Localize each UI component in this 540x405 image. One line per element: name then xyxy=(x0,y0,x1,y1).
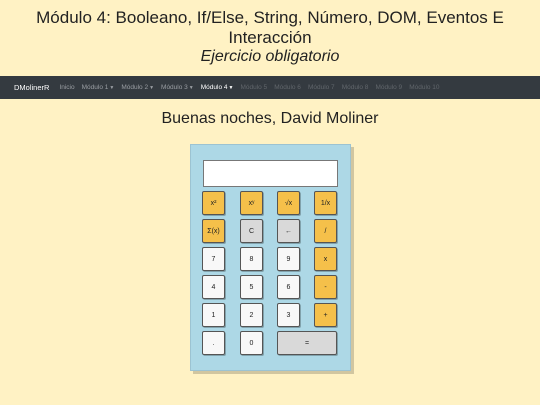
nav-link-modulo-8: Módulo 8 xyxy=(341,84,369,91)
nav-link-label: Módulo 1 xyxy=(81,84,109,91)
caret-down-icon: ▼ xyxy=(188,85,194,91)
factorial-button[interactable]: Σ(x) xyxy=(202,219,225,243)
nav-link-modulo-6: Módulo 6 xyxy=(274,84,301,91)
minus-button[interactable]: - xyxy=(314,275,337,299)
nav-link-inicio[interactable]: Inicio xyxy=(59,84,74,91)
digit-1-button[interactable]: 1 xyxy=(202,303,225,327)
nav-link-modulo-3[interactable]: Módulo 3▼ xyxy=(161,84,194,91)
clear-button[interactable]: C xyxy=(240,219,263,243)
page-header: Módulo 4: Booleano, If/Else, String, Núm… xyxy=(0,0,540,66)
nav-link-modulo-2[interactable]: Módulo 2▼ xyxy=(121,84,154,91)
nav-link-label: Módulo 3 xyxy=(161,84,188,91)
digit-3-button[interactable]: 3 xyxy=(277,303,300,327)
decimal-point-button[interactable]: . xyxy=(202,331,225,355)
digit-2-button[interactable]: 2 xyxy=(240,303,263,327)
nav-link-modulo-4[interactable]: Módulo 4▼ xyxy=(201,84,234,91)
digit-8-button[interactable]: 8 xyxy=(240,247,263,271)
equals-button[interactable]: = xyxy=(277,331,337,355)
backspace-button[interactable]: ← xyxy=(277,219,300,243)
page-title: Módulo 4: Booleano, If/Else, String, Núm… xyxy=(36,8,504,47)
digit-7-button[interactable]: 7 xyxy=(202,247,225,271)
inverse-button[interactable]: 1/x xyxy=(314,191,337,215)
nav-link-modulo-7: Módulo 7 xyxy=(307,84,335,91)
caret-down-icon: ▼ xyxy=(109,85,115,91)
nav-link-label: Módulo 2 xyxy=(121,84,149,91)
navbar: DMolinerR Inicio Módulo 1▼ Módulo 2▼ Mód… xyxy=(0,76,540,99)
caret-down-icon: ▼ xyxy=(228,85,234,91)
digit-0-button[interactable]: 0 xyxy=(240,331,263,355)
power-button[interactable]: xʸ xyxy=(240,191,263,215)
digit-6-button[interactable]: 6 xyxy=(277,275,300,299)
square-button[interactable]: x² xyxy=(202,191,225,215)
nav-link-modulo-10: Módulo 10 xyxy=(409,84,440,91)
nav-link-modulo-9: Módulo 9 xyxy=(375,84,403,91)
digit-5-button[interactable]: 5 xyxy=(240,275,263,299)
nav-link-modulo-5: Módulo 5 xyxy=(240,84,268,91)
navbar-brand[interactable]: DMolinerR xyxy=(14,83,49,92)
digit-9-button[interactable]: 9 xyxy=(277,247,300,271)
sqrt-button[interactable]: √x xyxy=(277,191,300,215)
divide-button[interactable]: / xyxy=(314,219,337,243)
plus-button[interactable]: + xyxy=(314,303,337,327)
digit-4-button[interactable]: 4 xyxy=(202,275,225,299)
page-subtitle: Ejercicio obligatorio xyxy=(200,48,340,65)
multiply-button[interactable]: x xyxy=(314,247,337,271)
calculator: x² xʸ √x 1/x Σ(x) C ← / 7 8 9 x 4 5 6 - … xyxy=(190,144,351,371)
nav-link-label: Módulo 4 xyxy=(200,84,228,91)
caret-down-icon: ▼ xyxy=(149,85,155,91)
nav-link-modulo-1[interactable]: Módulo 1▼ xyxy=(82,84,115,91)
greeting-text: Buenas noches, David Moliner xyxy=(161,110,379,127)
calculator-display[interactable] xyxy=(203,160,338,187)
